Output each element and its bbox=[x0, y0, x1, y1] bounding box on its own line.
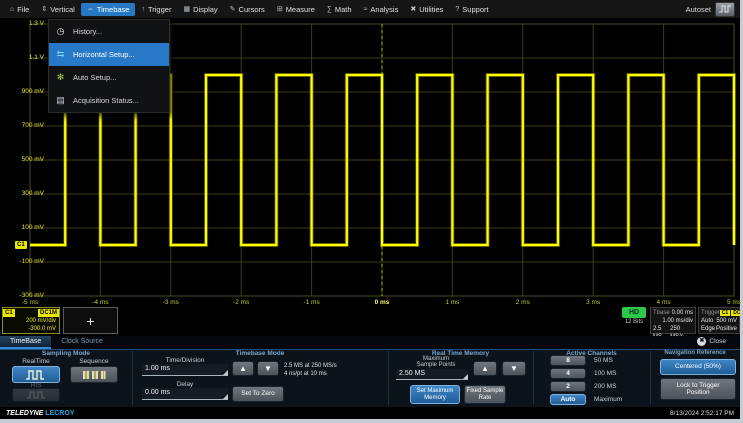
active-channels-memory-label: Maximum bbox=[594, 396, 622, 403]
close-icon: ✖ bbox=[697, 337, 706, 346]
time-label: -4 ms bbox=[83, 299, 117, 306]
window-edge-bottom bbox=[0, 419, 743, 423]
voltage-label: 500 mV bbox=[0, 156, 44, 163]
time-division-down-button[interactable]: ▼ bbox=[257, 361, 279, 376]
delay-label: Delay bbox=[140, 381, 230, 388]
timebase-dialog: TimeBase Clock Source ✖ Close Sampling M… bbox=[0, 336, 740, 407]
time-division-label: Time/Division bbox=[140, 357, 230, 364]
sequence-icon bbox=[82, 369, 106, 381]
active-channels-memory-label: 100 MS bbox=[594, 370, 616, 377]
oscilloscope-screen: 1.3 V 1.1 V 900 mV 700 mV 500 mV 300 mV 100 mV… bbox=[0, 0, 743, 423]
tab-clock-source[interactable]: Clock Source bbox=[51, 336, 113, 349]
time-label: 1 ms bbox=[435, 299, 469, 306]
tab-timebase[interactable]: TimeBase bbox=[0, 336, 51, 349]
sequence-label: Sequence bbox=[66, 358, 122, 365]
active-channels-auto-button[interactable]: Auto bbox=[550, 394, 586, 405]
sampling-mode-title: Sampling Mode bbox=[0, 350, 132, 357]
trigger-slope: Positive bbox=[716, 325, 737, 333]
time-label: -5 ms bbox=[13, 299, 47, 306]
ris-button[interactable] bbox=[12, 388, 60, 402]
voltage-label: 1.3 V bbox=[0, 20, 44, 27]
centered-button[interactable]: Centered (50%) bbox=[660, 359, 736, 375]
active-channels-memory-label: 200 MS bbox=[594, 383, 616, 390]
realtime-button[interactable] bbox=[12, 366, 60, 383]
sample-info-line2: 4 ns/pt at 10 ms bbox=[284, 370, 327, 378]
dialog-close-button[interactable]: ✖ Close bbox=[697, 337, 726, 346]
voltage-label: 300 mV bbox=[0, 190, 44, 197]
set-maximum-memory-button[interactable]: Set Maximum Memory bbox=[410, 385, 460, 404]
sample-info-line1: 2.5 MS at 250 MS/s bbox=[284, 362, 337, 370]
fixed-sample-rate-button[interactable]: Fixed Sample Rate bbox=[464, 385, 506, 404]
voltage-label: 700 mV bbox=[0, 122, 44, 129]
realtime-label: RealTime bbox=[8, 358, 64, 365]
horizontal-setup-icon: ⇆ bbox=[54, 49, 67, 60]
dropdown-item-horizontal-setup[interactable]: ⇆ Horizontal Setup... bbox=[49, 43, 169, 66]
c1-offset: -300.0 mV bbox=[3, 325, 59, 333]
max-sample-points-input[interactable]: 2.50 MS bbox=[396, 369, 468, 380]
navigation-reference-title: Navigation Reference bbox=[650, 350, 740, 356]
time-label: 0 ms bbox=[365, 299, 399, 306]
acquisition-status-icon: ▤ bbox=[54, 95, 67, 106]
dropdown-item-label: History... bbox=[73, 27, 102, 36]
dropdown-item-acquisition-status[interactable]: ▤ Acquisition Status... bbox=[49, 89, 169, 112]
voltage-label: 1.1 V bbox=[0, 54, 44, 61]
channel-offset-marker[interactable]: C1 bbox=[15, 241, 27, 249]
voltage-label: 900 mV bbox=[0, 88, 44, 95]
time-label: 5 ms bbox=[717, 299, 743, 306]
memory-down-button[interactable]: ▼ bbox=[502, 361, 526, 376]
realtime-icon bbox=[25, 369, 47, 381]
close-label: Close bbox=[709, 338, 726, 345]
time-label: 3 ms bbox=[576, 299, 610, 306]
lock-to-trigger-button[interactable]: Lock to Trigger Position bbox=[660, 378, 736, 400]
voltage-label: -300 mV bbox=[0, 292, 44, 299]
active-channels-4-button[interactable]: 4 bbox=[550, 368, 586, 379]
timebase-dropdown-menu: ◷ History... ⇆ Horizontal Setup... ✻ Auto Set… bbox=[48, 19, 170, 113]
time-label: 2 ms bbox=[506, 299, 540, 306]
time-label: -2 ms bbox=[224, 299, 258, 306]
datetime: 8/13/2024 2:52:17 PM bbox=[670, 410, 734, 417]
section-separator bbox=[132, 351, 133, 405]
dropdown-item-label: Acquisition Status... bbox=[73, 96, 139, 105]
time-division-up-button[interactable]: ▲ bbox=[232, 361, 254, 376]
time-division-input[interactable]: 1.00 ms bbox=[142, 364, 228, 376]
dropdown-item-auto-setup[interactable]: ✻ Auto Setup... bbox=[49, 66, 169, 89]
sequence-button[interactable] bbox=[70, 366, 118, 383]
section-separator bbox=[533, 351, 534, 405]
memory-up-button[interactable]: ▲ bbox=[473, 361, 497, 376]
history-clock-icon: ◷ bbox=[54, 26, 67, 37]
voltage-label: 100 mV bbox=[0, 224, 44, 231]
section-separator bbox=[388, 351, 389, 405]
active-channels-memory-label: 50 MS bbox=[594, 357, 613, 364]
delay-input[interactable]: 0.00 ms bbox=[142, 388, 228, 400]
timebase-mode-title: Timebase Mode bbox=[132, 350, 388, 357]
time-label: 4 ms bbox=[647, 299, 681, 306]
set-to-zero-button[interactable]: Set To Zero bbox=[232, 386, 284, 402]
dropdown-item-label: Auto Setup... bbox=[73, 73, 116, 82]
dropdown-item-label: Horizontal Setup... bbox=[73, 50, 135, 59]
time-label: -1 ms bbox=[295, 299, 329, 306]
dialog-tab-row: TimeBase Clock Source bbox=[0, 336, 740, 350]
voltage-label: -100 mV bbox=[0, 258, 44, 265]
max-sample-points-label2: Sample Points bbox=[396, 362, 476, 368]
status-bar: TELEDYNE LECROY 8/13/2024 2:52:17 PM bbox=[0, 407, 740, 419]
trigger-type: Edge bbox=[701, 325, 715, 333]
ris-icon bbox=[26, 390, 46, 400]
dropdown-item-history[interactable]: ◷ History... bbox=[49, 20, 169, 43]
active-channels-2-button[interactable]: 2 bbox=[550, 381, 586, 392]
auto-setup-icon: ✻ bbox=[54, 72, 67, 83]
time-label: -3 ms bbox=[154, 299, 188, 306]
brand-logo: TELEDYNE LECROY bbox=[6, 410, 74, 417]
active-channels-8-button[interactable]: 8 bbox=[550, 355, 586, 366]
section-separator bbox=[650, 351, 651, 405]
